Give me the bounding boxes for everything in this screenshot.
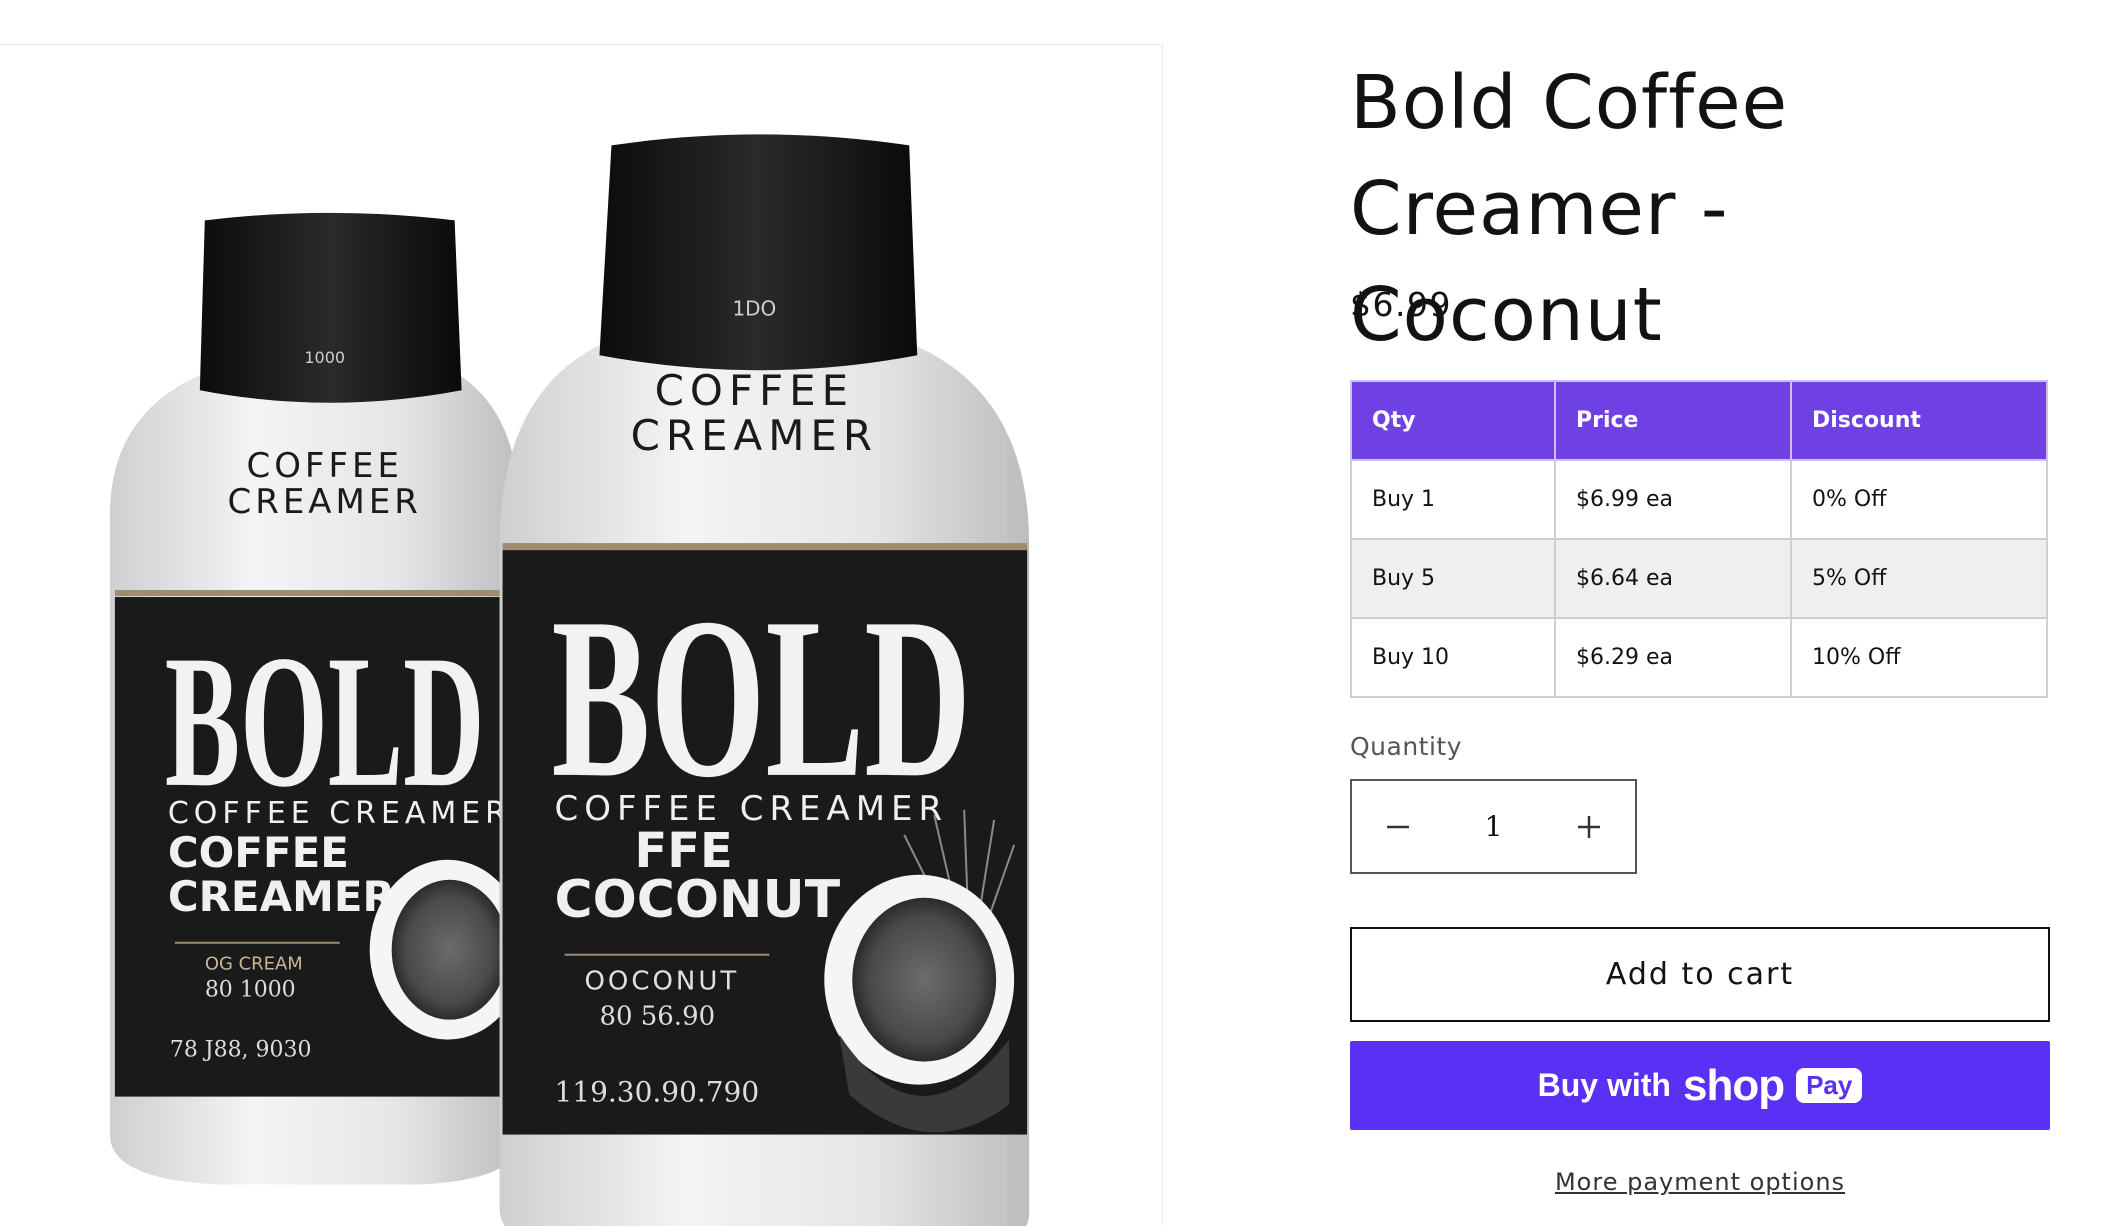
table-row: Buy 5 $6.64 ea 5% Off (1350, 538, 2048, 619)
volume-discount-table: Qty Price Discount Buy 1 $6.99 ea 0% Off… (1350, 380, 2048, 698)
svg-text:CREAMER: CREAMER (168, 872, 395, 921)
table-cell-price: $6.64 ea (1554, 538, 1792, 619)
svg-text:COFFEE CREAMER: COFFEE CREAMER (168, 796, 511, 831)
shop-pay-prefix: Buy with (1537, 1067, 1671, 1103)
table-header-row: Qty Price Discount (1350, 380, 2048, 461)
product-price: $6.99 (1350, 285, 1452, 324)
column-header-discount: Discount (1790, 380, 2048, 461)
svg-text:78 J88, 9030: 78 J88, 9030 (170, 1038, 312, 1063)
minus-icon (1386, 825, 1409, 828)
svg-text:1000: 1000 (304, 348, 345, 367)
svg-text:COFFEE: COFFEE (168, 828, 349, 877)
decrement-button[interactable] (1352, 781, 1444, 872)
add-to-cart-button[interactable]: Add to cart (1350, 927, 2050, 1022)
svg-text:COCONUT: COCONUT (555, 870, 841, 930)
quantity-input[interactable] (1443, 810, 1544, 843)
table-row: Buy 1 $6.99 ea 0% Off (1350, 459, 2048, 540)
more-payment-options-link[interactable]: More payment options (1350, 1168, 2050, 1196)
table-cell-price: $6.99 ea (1554, 459, 1792, 540)
table-cell-discount: 0% Off (1790, 459, 2048, 540)
svg-text:OG CREAM: OG CREAM (205, 954, 303, 975)
quantity-label: Quantity (1350, 732, 1463, 761)
table-cell-qty: Buy 5 (1350, 538, 1556, 619)
bottle-left: 1000 COFFEE CREAMER BOLD COFFEE CREAMER … (109, 212, 526, 1185)
svg-text:1DO: 1DO (732, 296, 776, 320)
table-cell-qty: Buy 1 (1350, 459, 1556, 540)
table-cell-price: $6.29 ea (1554, 617, 1792, 698)
product-image[interactable]: 1000 COFFEE CREAMER BOLD COFFEE CREAMER … (0, 45, 1163, 1226)
svg-text:80 1000: 80 1000 (205, 978, 296, 1003)
table-row: Buy 10 $6.29 ea 10% Off (1350, 617, 2048, 698)
svg-text:COFFEE: COFFEE (246, 446, 402, 486)
product-title: Bold Coffee Creamer - Coconut (1350, 60, 1789, 358)
table-cell-qty: Buy 10 (1350, 617, 1556, 698)
svg-text:80 56.90: 80 56.90 (599, 1002, 715, 1032)
pay-badge: Pay (1796, 1068, 1863, 1103)
svg-text:COFFEE: COFFEE (655, 366, 855, 415)
svg-text:119.30.90.790: 119.30.90.790 (555, 1076, 760, 1109)
shop-logo: shop (1682, 1060, 1785, 1110)
product-photo: 1000 COFFEE CREAMER BOLD COFFEE CREAMER … (109, 134, 1030, 1226)
column-header-price: Price (1554, 380, 1792, 461)
table-cell-discount: 10% Off (1790, 617, 2048, 698)
svg-text:BOLD: BOLD (552, 570, 972, 825)
increment-button[interactable] (1544, 781, 1636, 872)
svg-text:OOCONUT: OOCONUT (584, 967, 739, 997)
table-cell-discount: 5% Off (1790, 538, 2048, 619)
svg-text:CREAMER: CREAMER (228, 482, 422, 522)
svg-text:CREAMER: CREAMER (631, 411, 878, 460)
bottle-right: 1DO COFFEE CREAMER BOLD COFFEE CREAMER F… (499, 134, 1030, 1226)
shop-pay-button[interactable]: Buy with shop Pay (1350, 1041, 2050, 1130)
svg-text:COFFEE CREAMER: COFFEE CREAMER (555, 789, 949, 829)
quantity-stepper (1350, 779, 1637, 874)
column-header-qty: Qty (1350, 380, 1556, 461)
plus-icon (1578, 815, 1601, 838)
